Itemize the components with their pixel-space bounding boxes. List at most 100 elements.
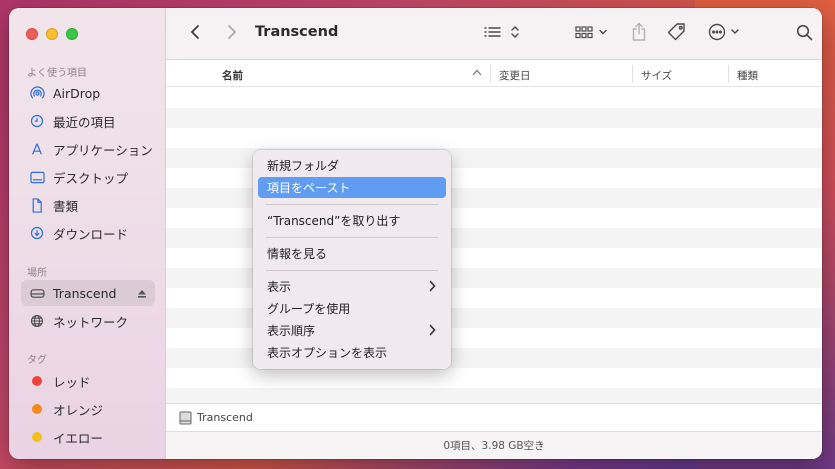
back-button[interactable]	[184, 22, 206, 46]
group-button[interactable]	[572, 22, 612, 46]
sidebar-item-network[interactable]: ネットワーク	[21, 308, 155, 334]
sidebar-item-tag-orange[interactable]: オレンジ	[21, 396, 155, 422]
tag-button[interactable]	[665, 22, 689, 46]
menu-item-label: 表示	[267, 280, 292, 294]
chevron-right-icon	[429, 324, 436, 339]
table-row	[166, 108, 822, 128]
clock-icon	[29, 113, 45, 129]
sidebar-item-desktop[interactable]: デスクトップ	[21, 164, 155, 190]
table-row	[166, 88, 822, 108]
column-divider[interactable]	[490, 65, 491, 83]
sort-ascending-icon[interactable]	[472, 67, 482, 79]
menu-item-sort-by[interactable]: 表示順序	[258, 320, 446, 341]
sidebar-item-label: アプリケーション	[53, 142, 153, 158]
sidebar-item-recents[interactable]: 最近の項目	[21, 108, 155, 134]
chevron-right-icon	[429, 280, 436, 295]
forward-button[interactable]	[221, 22, 243, 46]
sidebar-item-label: デスクトップ	[53, 170, 129, 186]
menu-divider	[266, 204, 438, 205]
sidebar-item-airdrop[interactable]: AirDrop	[21, 80, 155, 106]
sidebar-item-label: イエロー	[53, 430, 103, 446]
sidebar: よく使う項目 AirDrop 最近の項目 アプリケーション デスクトップ 書類 …	[9, 8, 166, 459]
menu-item-new-folder[interactable]: 新規フォルダ	[258, 155, 446, 176]
path-bar-item[interactable]: Transcend	[197, 411, 253, 424]
sidebar-item-label: レッド	[53, 374, 91, 390]
column-name[interactable]: 名前	[222, 68, 243, 83]
menu-item-show-view-options[interactable]: 表示オプションを表示	[258, 342, 446, 363]
document-icon	[29, 197, 45, 213]
status-bar: 0項目、3.98 GB空き	[166, 431, 822, 459]
menu-divider	[266, 270, 438, 271]
share-icon	[631, 22, 647, 46]
favorites-header: よく使う項目	[27, 68, 87, 79]
desktop-icon	[29, 169, 45, 185]
sidebar-item-label: オレンジ	[53, 402, 104, 418]
context-menu: 新規フォルダ 項目をペースト “Transcend”を取り出す 情報を見る 表示…	[253, 150, 451, 369]
orange-tag-icon	[29, 401, 45, 417]
menu-item-label: “Transcend”を取り出す	[267, 214, 401, 228]
menu-item-label: 表示オプションを表示	[267, 346, 388, 360]
column-divider[interactable]	[728, 65, 729, 83]
status-text: 0項目、3.98 GB空き	[443, 440, 545, 452]
minimize-button[interactable]	[46, 28, 58, 40]
sidebar-item-label: AirDrop	[53, 85, 101, 101]
menu-item-label: グループを使用	[267, 302, 351, 316]
list-view-icon	[483, 24, 521, 44]
menu-item-eject[interactable]: “Transcend”を取り出す	[258, 210, 446, 231]
network-icon	[29, 313, 45, 329]
column-kind[interactable]: 種類	[737, 68, 758, 83]
menu-item-paste-item[interactable]: 項目をペースト	[258, 177, 446, 198]
share-button[interactable]	[628, 22, 650, 46]
close-button[interactable]	[26, 28, 38, 40]
menu-item-label: 情報を見る	[267, 247, 328, 261]
sidebar-item-documents[interactable]: 書類	[21, 192, 155, 218]
red-tag-icon	[29, 373, 45, 389]
menu-item-use-groups[interactable]: グループを使用	[258, 298, 446, 319]
eject-icon[interactable]	[137, 287, 147, 302]
column-header: 名前 変更日 サイズ 種類	[166, 61, 822, 87]
download-icon	[29, 225, 45, 241]
sidebar-item-transcend[interactable]: Transcend	[21, 280, 155, 306]
table-row	[166, 128, 822, 148]
sidebar-item-tag-red[interactable]: レッド	[21, 368, 155, 394]
more-actions-button[interactable]	[706, 22, 746, 46]
search-icon	[796, 24, 813, 45]
zoom-button[interactable]	[66, 28, 78, 40]
menu-item-label: 項目をペースト	[267, 181, 351, 195]
drive-icon	[179, 411, 192, 425]
locations-header: 場所	[27, 268, 47, 279]
sidebar-item-tag-yellow[interactable]: イエロー	[21, 424, 155, 450]
column-modified[interactable]: 変更日	[499, 68, 531, 83]
menu-divider	[266, 237, 438, 238]
sidebar-item-applications[interactable]: アプリケーション	[21, 136, 155, 162]
airdrop-icon	[29, 85, 45, 101]
sidebar-item-label: 最近の項目	[53, 114, 116, 130]
window-title: Transcend	[255, 24, 339, 40]
view-options-button[interactable]	[482, 22, 522, 46]
table-row	[166, 368, 822, 388]
sidebar-item-downloads[interactable]: ダウンロード	[21, 220, 155, 246]
sidebar-item-label: ダウンロード	[53, 226, 129, 242]
back-icon	[190, 24, 200, 44]
drive-icon	[29, 285, 45, 301]
forward-icon	[227, 24, 237, 44]
sidebar-item-label: Transcend	[53, 285, 117, 301]
tags-header: タグ	[27, 355, 47, 366]
search-button[interactable]	[792, 22, 816, 46]
column-size[interactable]: サイズ	[641, 68, 672, 83]
menu-item-view[interactable]: 表示	[258, 276, 446, 297]
applications-icon	[29, 141, 45, 157]
window-controls	[26, 28, 78, 40]
yellow-tag-icon	[29, 429, 45, 445]
menu-item-get-info[interactable]: 情報を見る	[258, 243, 446, 264]
menu-item-label: 新規フォルダ	[267, 159, 340, 173]
menu-item-label: 表示順序	[267, 324, 316, 338]
tag-icon	[667, 22, 687, 46]
path-bar: Transcend	[166, 403, 822, 431]
toolbar: Transcend	[166, 8, 822, 60]
sidebar-item-label: 書類	[53, 198, 79, 214]
group-icon	[574, 24, 610, 44]
sidebar-item-label: ネットワーク	[53, 314, 129, 330]
column-divider[interactable]	[632, 65, 633, 83]
more-icon	[707, 22, 745, 46]
